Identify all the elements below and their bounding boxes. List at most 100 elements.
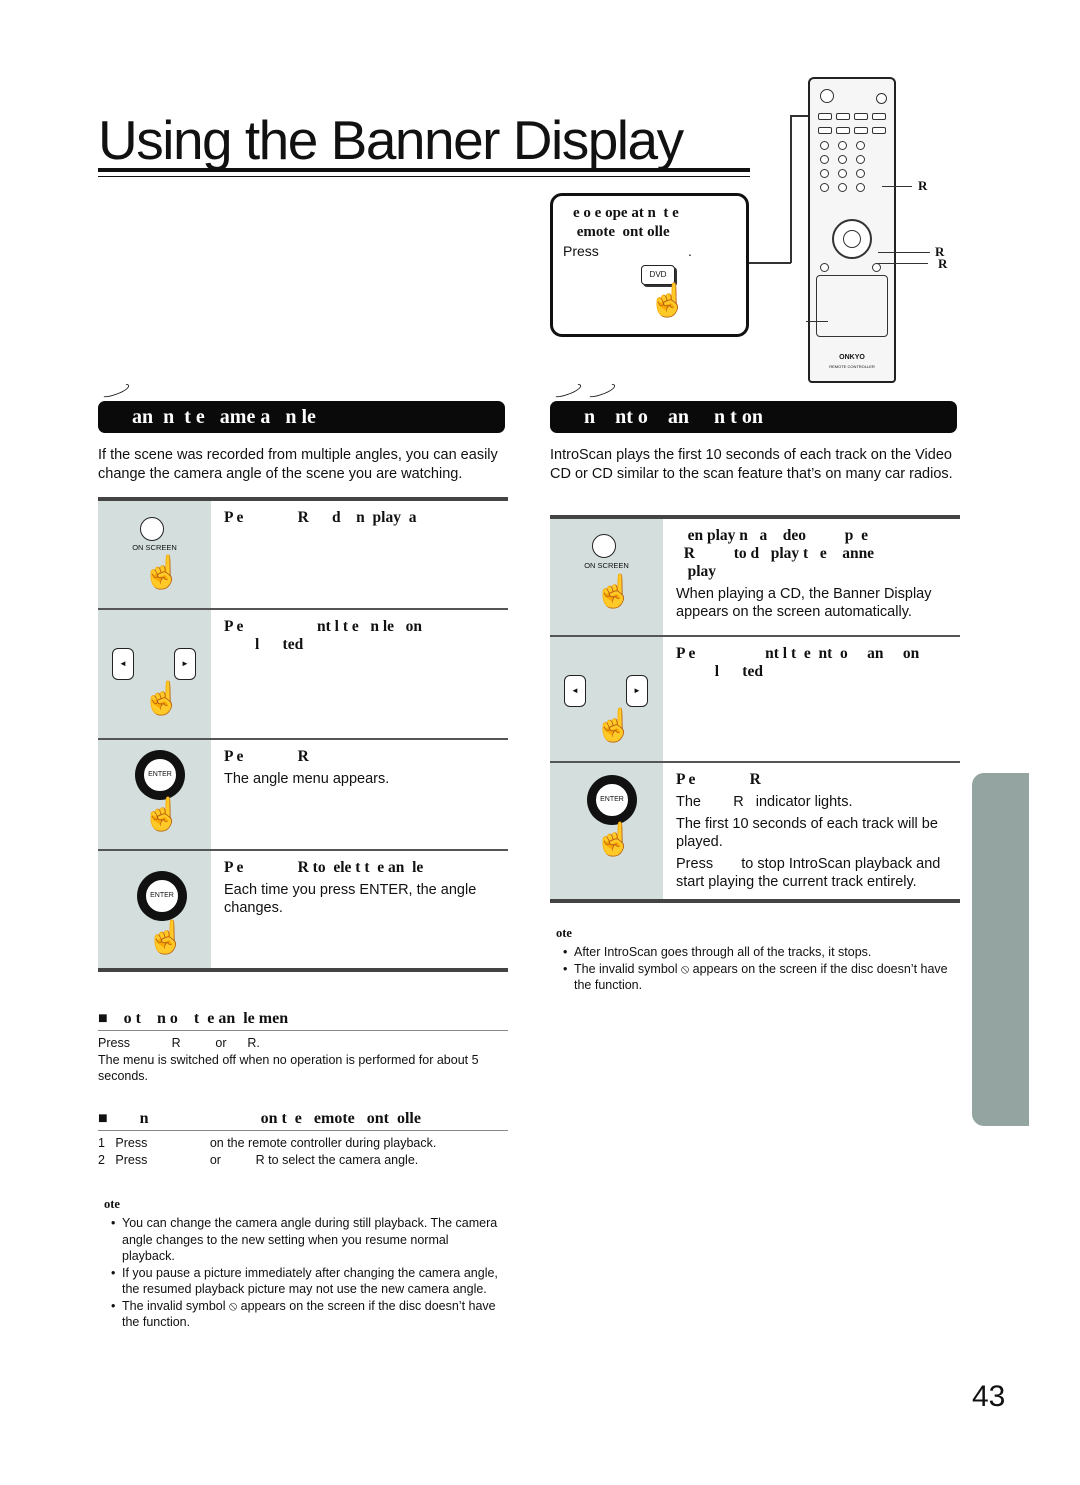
- leader-line: [878, 252, 930, 254]
- square-bullet-icon: ■: [98, 1010, 108, 1027]
- remote-brand-logo: ONKYO: [839, 354, 865, 361]
- number-button-icon: [838, 155, 847, 164]
- right-arrow-button-icon: ►: [626, 675, 648, 707]
- subsection-heading: ■ o t n o t e an le men: [98, 1010, 508, 1031]
- callout-box: e o e ope at n t e emote ont olle Press …: [550, 193, 749, 337]
- step-body: The first 10 seconds of each track will …: [676, 816, 938, 850]
- hand-pointer-icon: ☝: [142, 680, 182, 716]
- step-heading: P e nt l t e nt o an on l ted: [676, 645, 920, 680]
- step-heading: P e R to ele t t e an le: [224, 859, 424, 876]
- transport-buttons-icon: [816, 275, 888, 337]
- table-end-rule: [98, 968, 508, 972]
- leader-line: [876, 263, 928, 265]
- hand-pointer-icon: ☝: [648, 282, 688, 318]
- enter-label: ENTER: [145, 879, 179, 913]
- return-button-icon: [820, 263, 829, 272]
- light-button-icon: [876, 93, 887, 104]
- number-button-icon: [820, 155, 829, 164]
- leader-line: [790, 115, 792, 263]
- number-button-icon: [820, 169, 829, 178]
- enter-button-icon: ENTER: [587, 775, 637, 825]
- number-button-icon: [838, 169, 847, 178]
- step-heading: P e R d n play a: [224, 509, 417, 526]
- steps-table-left: ON SCREEN ☝ P e R d n play a ◄ ► ☝ P e n…: [98, 497, 508, 972]
- section-bar-camera-angle: an n t e ame a n le: [98, 401, 505, 433]
- note-heading: ote: [556, 926, 572, 940]
- hand-pointer-icon: ☝: [142, 796, 182, 832]
- step-heading: P e R: [224, 748, 309, 765]
- enter-label: ENTER: [143, 758, 177, 792]
- hand-pointer-icon: ☝: [594, 821, 634, 857]
- note-item: You can change the camera angle during s…: [104, 1215, 504, 1265]
- step-row: ◄ ► ☝ P e nt l t e n le on l ted: [98, 608, 508, 738]
- on-screen-label: ON SCREEN: [584, 561, 629, 570]
- subsection-remote: ■ n on t e emote ont olle 1 Press on the…: [98, 1110, 508, 1168]
- on-screen-button-icon: [592, 534, 616, 558]
- number-button-icon: [820, 183, 829, 192]
- enter-label: ENTER: [595, 783, 629, 817]
- page-title: Using the Banner Display: [98, 109, 684, 171]
- enter-button-icon: ENTER: [137, 871, 187, 921]
- power-button-icon: [820, 89, 834, 103]
- number-button-icon: [856, 183, 865, 192]
- step-heading: P e R: [676, 771, 761, 788]
- leader-line: [749, 262, 791, 264]
- number-button-icon: [820, 141, 829, 150]
- step-icon-cell: ENTER ☝: [98, 740, 211, 850]
- number-button-icon: [838, 141, 847, 150]
- step-row: ON SCREEN ☝ en play n a deo p e R to d p…: [550, 515, 960, 637]
- callout-press: Press: [563, 243, 599, 259]
- hand-pointer-icon: ☝: [146, 919, 186, 955]
- mode-button-icon: [818, 113, 832, 120]
- subsection-line: The menu is switched off when no operati…: [98, 1052, 483, 1084]
- number-button-icon: [856, 155, 865, 164]
- remote-label: R: [918, 178, 928, 193]
- title-rule: [98, 168, 750, 172]
- subsection-heading-text: o t n o t e an le men: [107, 1010, 289, 1027]
- cd-disc-icon: [585, 381, 617, 400]
- step-body: Press to stop IntroScan playback and sta…: [676, 856, 945, 890]
- mode-button-icon: [854, 113, 868, 120]
- left-arrow-button-icon: ◄: [564, 675, 586, 707]
- step-row: ENTER ☝ P e R The R indicator lights. Th…: [550, 761, 960, 901]
- section-bar-introscan: n nt o an n t on: [550, 401, 957, 433]
- intro-text: IntroScan plays the first 10 seconds of …: [550, 447, 953, 482]
- enter-button-icon: ENTER: [135, 750, 185, 800]
- step-body: The angle menu appears.: [224, 771, 390, 787]
- side-chapter-tab: [972, 773, 1029, 1126]
- enter-button-icon: [843, 230, 861, 248]
- callout-period: .: [688, 243, 692, 259]
- note-item: If you pause a picture immediately after…: [104, 1265, 504, 1298]
- step-heading: P e nt l t e n le on l ted: [224, 618, 423, 653]
- subsection-line: Press R or R.: [98, 1036, 260, 1050]
- square-bullet-icon: ■: [98, 1110, 108, 1127]
- leader-line: [882, 186, 912, 188]
- step-row: ENTER ☝ P e R to ele t t e an le Each ti…: [98, 849, 508, 969]
- remote-model: REMOTE CONTROLLER: [829, 364, 875, 369]
- step-icon-cell: ◄ ► ☝: [550, 637, 663, 761]
- number-button-icon: [856, 169, 865, 178]
- on-screen-button-icon: [872, 263, 881, 272]
- callout-heading: e o e ope at n t e emote ont olle: [573, 205, 679, 240]
- input-button-icon: [854, 127, 868, 134]
- number-button-icon: [856, 141, 865, 150]
- step-row: ENTER ☝ P e R The angle menu appears.: [98, 738, 508, 850]
- hand-pointer-icon: ☝: [594, 573, 634, 609]
- step-icon-cell: ◄ ► ☝: [98, 610, 211, 738]
- input-button-icon: [836, 127, 850, 134]
- subsection-turn-off-menu: ■ o t n o t e an le men Press R or R. Th…: [98, 1010, 508, 1085]
- step-row: ON SCREEN ☝ P e R d n play a: [98, 497, 508, 609]
- input-button-icon: [818, 127, 832, 134]
- right-arrow-button-icon: ►: [174, 648, 196, 680]
- remote-controller-illustration: ONKYO REMOTE CONTROLLER: [808, 77, 896, 383]
- step-heading: en play n a deo p e R to d play t e anne…: [683, 527, 875, 580]
- note-item: After IntroScan goes through all of the …: [556, 944, 956, 961]
- input-button-icon: [872, 127, 886, 134]
- subsection-heading-text: n on t e emote ont olle: [107, 1110, 421, 1127]
- numbered-step: 2 Press or R to select the camera angle.: [98, 1152, 419, 1167]
- note-right: ote After IntroScan goes through all of …: [556, 926, 956, 994]
- step-body: Each time you press ENTER, the angle cha…: [224, 882, 477, 916]
- on-screen-button-icon: [140, 517, 164, 541]
- subsection-heading: ■ n on t e emote ont olle: [98, 1110, 508, 1131]
- page-number: 43: [972, 1380, 1006, 1413]
